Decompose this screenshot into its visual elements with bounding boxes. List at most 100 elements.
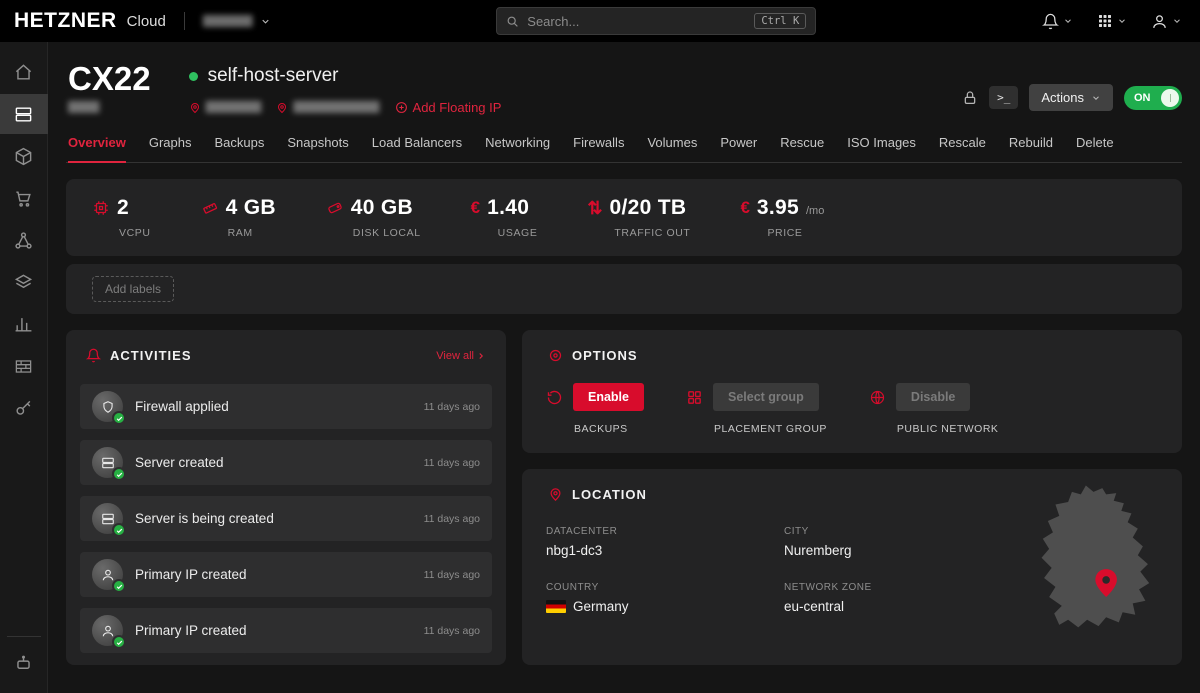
tab-iso-images[interactable]: ISO Images	[847, 135, 916, 162]
lock-icon[interactable]	[962, 90, 978, 106]
tab-load-balancers[interactable]: Load Balancers	[372, 135, 462, 162]
topbar: HETZNER Cloud ████████ Ctrl K	[0, 0, 1200, 42]
disk-icon	[326, 199, 344, 217]
server-controls: >_ Actions ON	[962, 62, 1182, 111]
sidebar-item-volumes[interactable]	[0, 136, 48, 176]
server-type: CX22	[68, 62, 151, 95]
topbar-divider	[184, 12, 185, 30]
tab-backups[interactable]: Backups	[214, 135, 264, 162]
user-icon	[92, 559, 123, 590]
sidebar-item-load-balancers[interactable]	[0, 262, 48, 302]
ram-icon	[201, 199, 219, 217]
field-label: COUNTRY	[546, 582, 784, 593]
tab-graphs[interactable]: Graphs	[149, 135, 192, 162]
account-menu[interactable]	[1151, 13, 1182, 30]
field-country: COUNTRY Germany	[546, 582, 784, 614]
stat-label: DISK LOCAL	[353, 227, 421, 239]
plus-circle-icon	[395, 101, 408, 114]
stat-price: € 3.95 /mo PRICE	[740, 196, 824, 239]
user-icon	[92, 615, 123, 646]
sidebar-item-networks[interactable]	[0, 220, 48, 260]
servers-icon	[14, 105, 33, 124]
sidebar-item-security[interactable]	[0, 388, 48, 428]
tab-volumes[interactable]: Volumes	[647, 135, 697, 162]
disable-public-network-button[interactable]: Disable	[896, 383, 970, 411]
stat-label: USAGE	[498, 227, 538, 239]
add-labels-button[interactable]: Add labels	[92, 276, 174, 302]
sidebar-item-metrics[interactable]	[0, 304, 48, 344]
tab-delete[interactable]: Delete	[1076, 135, 1114, 162]
tab-rescue[interactable]: Rescue	[780, 135, 824, 162]
sidebar-item-firewalls[interactable]	[0, 346, 48, 386]
success-check-icon	[112, 635, 126, 649]
field-value: nbg1-dc3	[546, 543, 784, 558]
view-all-link[interactable]: View all	[436, 350, 486, 362]
option-backups: Enable BACKUPS	[546, 383, 644, 435]
server-stats-card: 2 VCPU 4 GB RAM 40 GB DISK LOCAL	[66, 179, 1182, 256]
tab-power[interactable]: Power	[720, 135, 757, 162]
activity-row: Primary IP created 11 days ago	[80, 608, 492, 653]
search-wrap: Ctrl K	[281, 7, 1032, 35]
activity-row: Primary IP created 11 days ago	[80, 552, 492, 597]
search-bar[interactable]: Ctrl K	[496, 7, 816, 35]
volumes-icon	[14, 147, 33, 166]
search-input[interactable]	[527, 14, 746, 29]
hetzner-logo: HETZNER	[14, 9, 117, 33]
stat-usage: € 1.40 USAGE	[471, 196, 538, 239]
location-card: LOCATION DATACENTER nbg1-dc3 CITY Nuremb…	[522, 469, 1182, 665]
euro-icon: €	[740, 198, 749, 218]
chevron-down-icon	[1063, 16, 1073, 26]
tab-networking[interactable]: Networking	[485, 135, 550, 162]
chevron-down-icon	[1091, 93, 1101, 103]
tab-firewalls[interactable]: Firewalls	[573, 135, 624, 162]
stat-label: VCPU	[119, 227, 151, 239]
enable-backups-button[interactable]: Enable	[573, 383, 644, 411]
add-floating-ip-link[interactable]: Add Floating IP	[395, 100, 502, 115]
stat-value: 4 GB	[226, 196, 276, 220]
sidebar-item-home[interactable]	[0, 52, 48, 92]
field-value: Germany	[573, 599, 629, 614]
server-type-block: CX22 █████	[68, 62, 151, 113]
console-button[interactable]: >_	[989, 86, 1018, 109]
activity-row: Server is being created 11 days ago	[80, 496, 492, 541]
history-icon	[546, 389, 563, 406]
load-balancers-icon	[14, 273, 33, 292]
security-key-icon	[14, 399, 33, 418]
sidebar-item-servers[interactable]	[0, 94, 48, 134]
germany-map	[1022, 483, 1170, 635]
sidebar-item-marketplace[interactable]	[0, 178, 48, 218]
chevron-down-icon	[1117, 16, 1127, 26]
tab-overview[interactable]: Overview	[68, 135, 126, 163]
view-all-label: View all	[436, 350, 474, 362]
apps-menu[interactable]	[1097, 13, 1127, 29]
tab-snapshots[interactable]: Snapshots	[287, 135, 348, 162]
activity-row: Firewall applied 11 days ago	[80, 384, 492, 429]
notifications-menu[interactable]	[1042, 13, 1073, 30]
tab-rescale[interactable]: Rescale	[939, 135, 986, 162]
metrics-icon	[14, 315, 33, 334]
stat-value: 1.40	[487, 196, 529, 220]
power-toggle[interactable]: ON	[1124, 86, 1182, 110]
server-header: CX22 █████ self-host-server █████████	[68, 62, 1182, 115]
support-robot-icon	[14, 654, 33, 673]
network-icon	[14, 231, 33, 250]
tab-rebuild[interactable]: Rebuild	[1009, 135, 1053, 162]
select-placement-group-button[interactable]: Select group	[713, 383, 819, 411]
firewall-shield-icon	[92, 391, 123, 422]
success-check-icon	[112, 411, 126, 425]
activity-time: 11 days ago	[424, 625, 480, 637]
redacted-ipv6: ██████████████	[293, 102, 378, 113]
pin-icon	[189, 102, 201, 114]
server-icon	[92, 503, 123, 534]
actions-button[interactable]: Actions	[1029, 84, 1113, 111]
activities-title: ACTIVITIES	[110, 348, 192, 363]
option-label: PLACEMENT GROUP	[714, 423, 827, 435]
option-label: PUBLIC NETWORK	[897, 423, 999, 435]
content-columns: ACTIVITIES View all Firewall applied 11 …	[66, 330, 1182, 665]
home-icon	[14, 63, 33, 82]
activity-label: Server is being created	[135, 511, 274, 526]
marketplace-icon	[14, 189, 33, 208]
sidebar-item-support[interactable]	[0, 643, 48, 683]
activities-card: ACTIVITIES View all Firewall applied 11 …	[66, 330, 506, 665]
project-selector[interactable]: ████████	[203, 16, 271, 27]
